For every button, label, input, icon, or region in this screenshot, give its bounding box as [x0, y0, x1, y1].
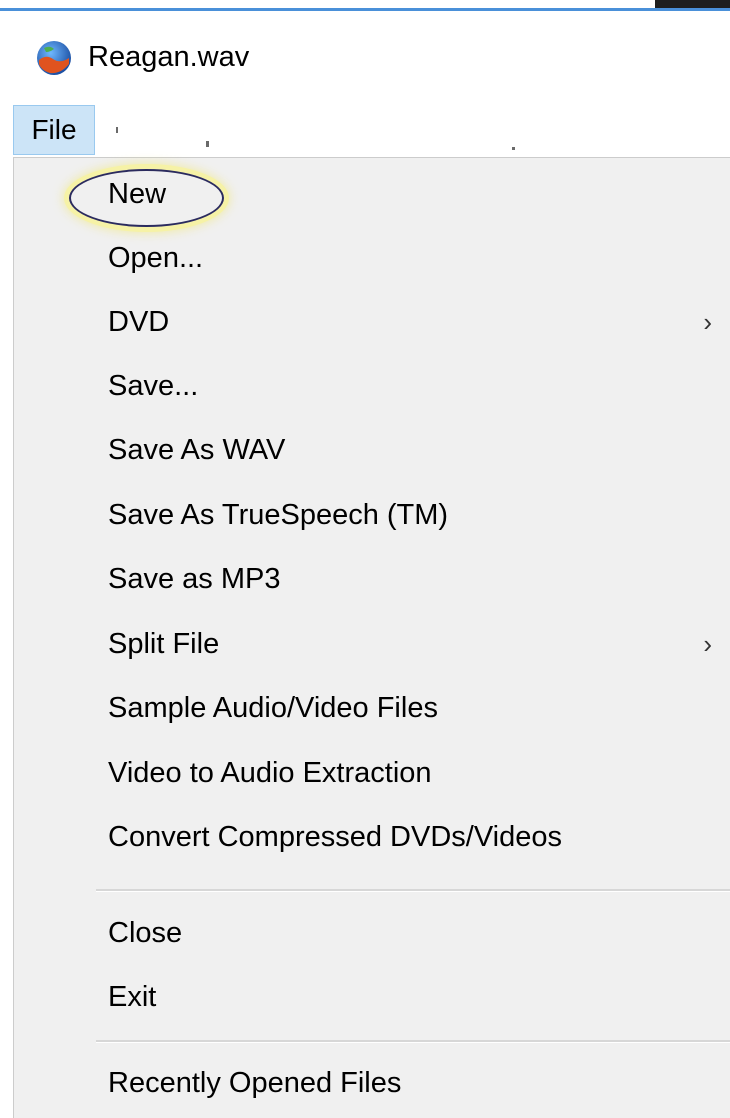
menu-item-open[interactable]: Open...: [14, 226, 730, 290]
menu-item-label: Convert Compressed DVDs/Videos: [108, 821, 562, 853]
menu-item-label: Save As WAV: [108, 434, 286, 466]
menu-item-label: Split File: [108, 628, 220, 660]
menu-item-recent-files[interactable]: Recently Opened Files: [14, 1051, 730, 1115]
title-bar: Reagan.wav: [0, 11, 730, 101]
menu-item-exit[interactable]: Exit: [14, 965, 730, 1029]
menu-item-label: Save...: [108, 370, 199, 402]
menu-item-sample-files[interactable]: Sample Audio/Video Files: [14, 676, 730, 740]
menu-item-convert-compressed[interactable]: Convert Compressed DVDs/Videos: [14, 805, 730, 869]
menu-item-new[interactable]: New: [14, 162, 730, 227]
menu-bar: File: [0, 101, 730, 157]
menubar-artifact: [116, 127, 118, 133]
menubar-artifact: [206, 141, 209, 147]
menu-item-label: Close: [108, 917, 183, 949]
menu-separator: [96, 889, 730, 892]
menu-item-label: Recently Opened Files: [108, 1067, 402, 1099]
menu-item-save-as-mp3[interactable]: Save as MP3: [14, 547, 730, 611]
menu-item-label: New: [108, 178, 167, 210]
file-dropdown-menu: New Open... DVD › Save... Save As WAV Sa…: [13, 157, 730, 1118]
menu-item-split-file[interactable]: Split File ›: [14, 612, 730, 676]
menubar-artifact: [512, 147, 515, 150]
menu-file[interactable]: File: [13, 105, 95, 155]
window-title: Reagan.wav: [88, 41, 250, 73]
menu-item-save-as-wav[interactable]: Save As WAV: [14, 418, 730, 482]
chevron-right-icon: ›: [703, 629, 712, 659]
menu-item-close[interactable]: Close: [14, 901, 730, 965]
menu-item-save[interactable]: Save...: [14, 354, 730, 418]
app-window: Reagan.wav File New Open... DVD › Save..…: [0, 0, 730, 1118]
menu-item-video-to-audio[interactable]: Video to Audio Extraction: [14, 741, 730, 805]
menu-item-label: Open...: [108, 242, 204, 274]
menu-separator: [96, 1040, 730, 1043]
chevron-right-icon: ›: [703, 307, 712, 337]
menu-item-label: DVD: [108, 306, 170, 338]
menu-item-label: Video to Audio Extraction: [108, 757, 432, 789]
menu-item-label: Exit: [108, 981, 157, 1013]
menu-item-dvd[interactable]: DVD ›: [14, 290, 730, 354]
menu-item-label: Save As TrueSpeech (TM): [108, 499, 449, 531]
menu-item-save-as-truespeech[interactable]: Save As TrueSpeech (TM): [14, 483, 730, 547]
globe-app-icon: [37, 41, 71, 75]
menu-item-label: Sample Audio/Video Files: [108, 692, 438, 724]
menu-item-label: Save as MP3: [108, 563, 281, 595]
